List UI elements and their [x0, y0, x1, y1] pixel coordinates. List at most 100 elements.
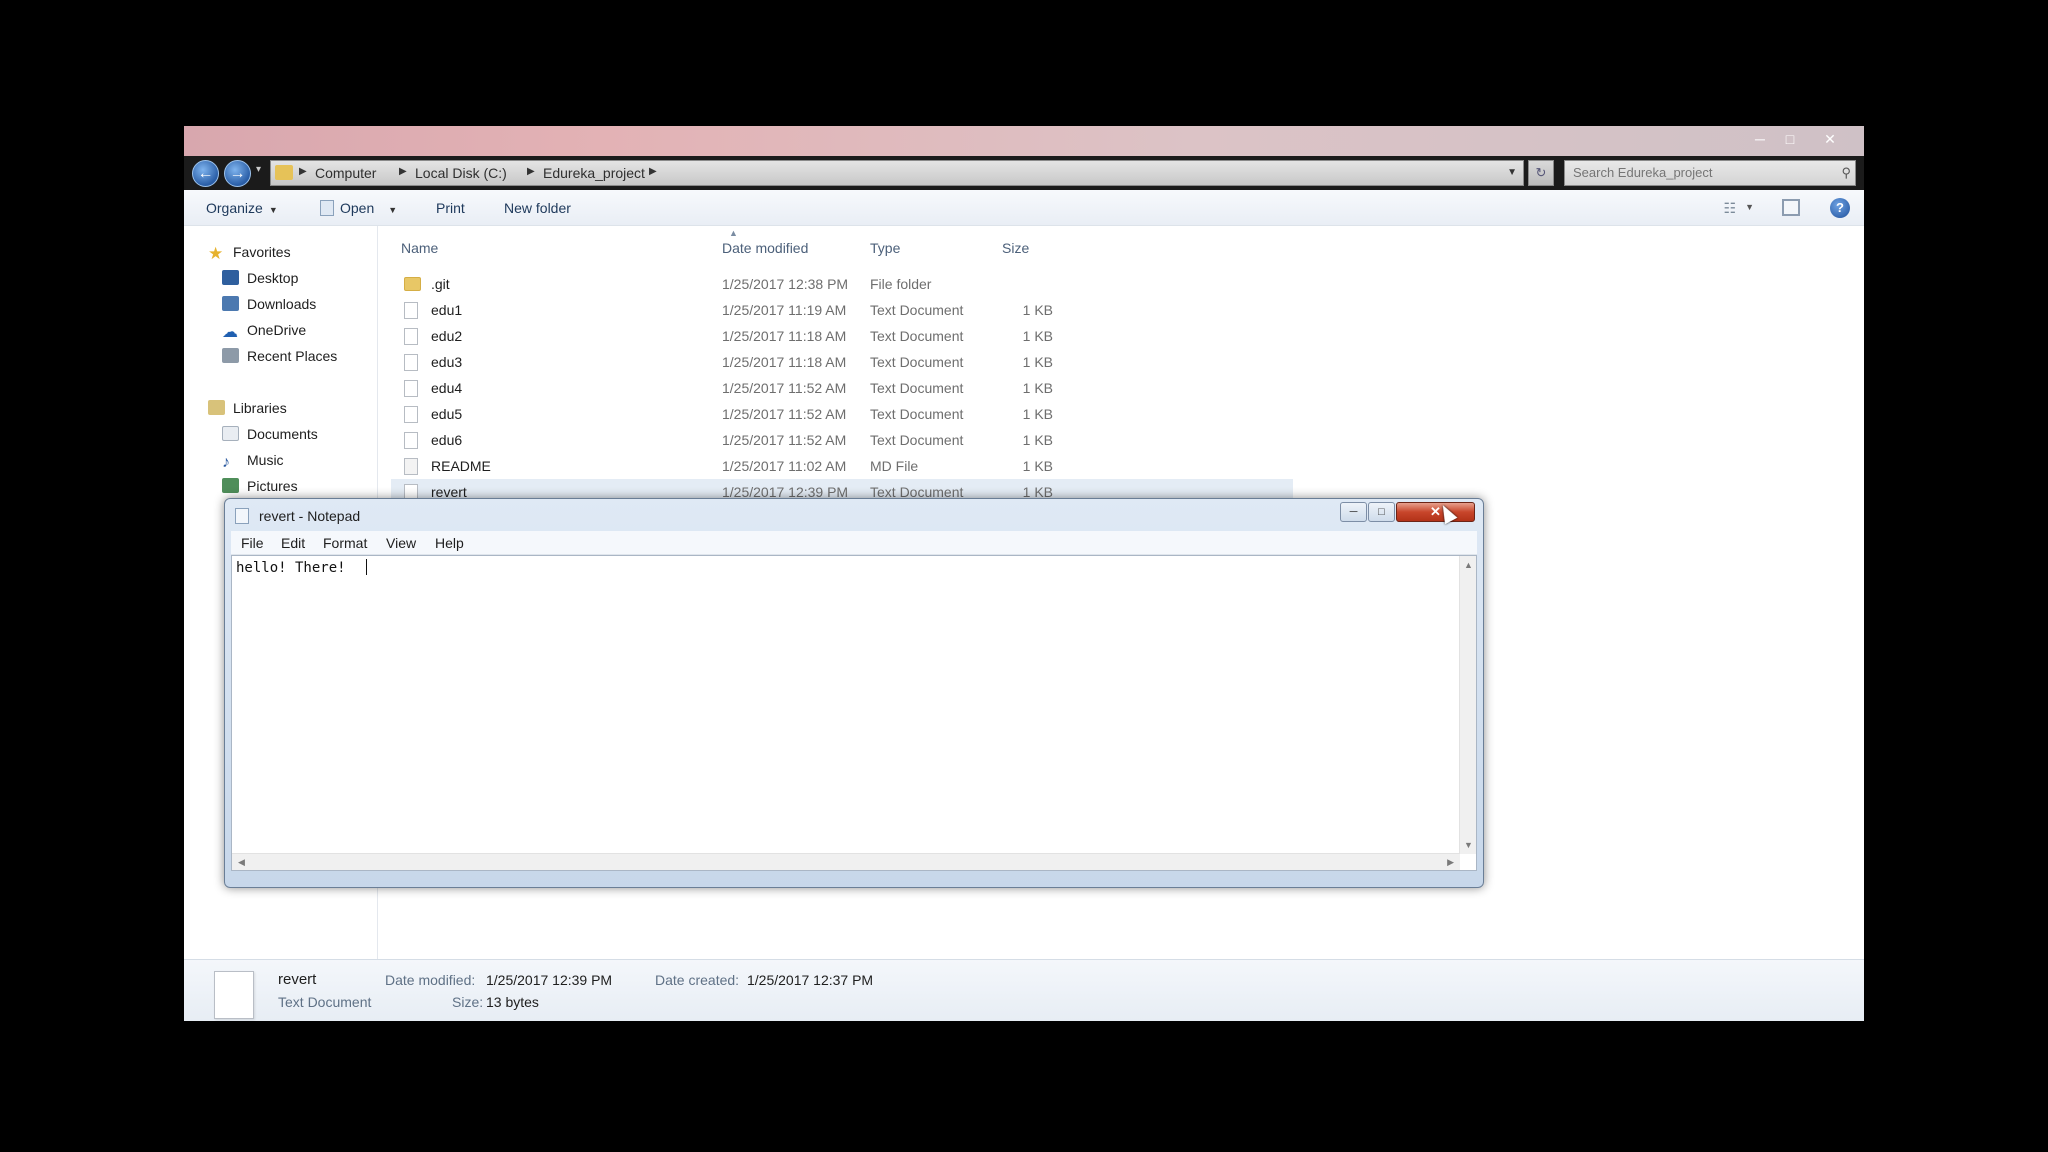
- notepad-app-icon[interactable]: [235, 508, 249, 524]
- notepad-content[interactable]: hello! There!: [236, 560, 346, 576]
- organize-label: Organize: [206, 200, 263, 216]
- change-view-icon[interactable]: ☷: [1723, 200, 1736, 217]
- details-file-type: Text Document: [278, 994, 372, 1010]
- column-header-type[interactable]: Type: [870, 240, 900, 256]
- breadcrumb-separator-icon[interactable]: ▶: [649, 166, 657, 177]
- music-icon: ♪: [222, 454, 230, 471]
- search-icon[interactable]: ⚲: [1841, 165, 1851, 181]
- column-header-date-modified[interactable]: Date modified: [722, 240, 808, 256]
- address-dropdown-icon[interactable]: ▼: [1507, 167, 1517, 178]
- organize-button[interactable]: Organize ▼: [206, 200, 278, 216]
- menu-help[interactable]: Help: [435, 535, 464, 551]
- recent-pages-dropdown[interactable]: ▾: [256, 164, 261, 175]
- search-input[interactable]: [1573, 165, 1823, 180]
- nav-recent-places[interactable]: Recent Places: [222, 348, 337, 364]
- breadcrumb-local-disk[interactable]: Local Disk (C:): [415, 165, 507, 181]
- nav-music[interactable]: ♪ Music: [222, 452, 284, 471]
- menu-file[interactable]: File: [241, 535, 264, 551]
- file-row-edu4[interactable]: edu4 1/25/2017 11:52 AM Text Document 1 …: [391, 375, 1293, 401]
- preview-pane-icon[interactable]: [1782, 199, 1800, 216]
- forward-button[interactable]: →: [224, 160, 251, 187]
- nav-favorites[interactable]: ★ Favorites: [208, 244, 291, 263]
- star-icon: ★: [208, 244, 224, 263]
- nav-documents[interactable]: Documents: [222, 426, 318, 442]
- breadcrumb-edureka-project[interactable]: Edureka_project: [543, 165, 645, 181]
- file-row-edu6[interactable]: edu6 1/25/2017 11:52 AM Text Document 1 …: [391, 427, 1293, 453]
- file-row-edu2[interactable]: edu2 1/25/2017 11:18 AM Text Document 1 …: [391, 323, 1293, 349]
- back-button[interactable]: ←: [192, 160, 219, 187]
- explorer-minimize-button[interactable]: ─: [1748, 130, 1772, 148]
- nav-desktop-label: Desktop: [247, 270, 299, 286]
- breadcrumb-computer[interactable]: Computer: [315, 165, 376, 181]
- chevron-down-icon[interactable]: ▼: [1745, 202, 1754, 212]
- details-file-name: revert: [278, 971, 317, 988]
- scroll-up-icon[interactable]: ▲: [1464, 560, 1473, 570]
- details-date-modified-label: Date modified:: [385, 972, 476, 988]
- new-folder-button[interactable]: New folder: [504, 200, 571, 216]
- horizontal-scrollbar[interactable]: ◀ ▶: [232, 853, 1460, 870]
- breadcrumb-separator-icon[interactable]: ▶: [299, 166, 307, 177]
- notepad-menubar: File Edit Format View Help: [231, 531, 1477, 555]
- notepad-titlebar[interactable]: revert - Notepad ─ □ ✕: [225, 499, 1483, 531]
- text-file-icon: [404, 328, 418, 345]
- nav-pictures-label: Pictures: [247, 478, 298, 494]
- pictures-icon: [222, 478, 239, 493]
- vertical-scrollbar[interactable]: ▲ ▼: [1459, 556, 1476, 854]
- scroll-down-icon[interactable]: ▼: [1464, 840, 1473, 850]
- search-box[interactable]: ⚲: [1564, 160, 1856, 186]
- text-file-icon: [404, 406, 418, 423]
- address-bar[interactable]: ▶ Computer ▶ Local Disk (C:) ▶ Edureka_p…: [270, 160, 1524, 186]
- refresh-button[interactable]: ↻: [1528, 160, 1554, 186]
- menu-edit[interactable]: Edit: [281, 535, 305, 551]
- column-header-size[interactable]: Size: [1002, 240, 1029, 256]
- print-button[interactable]: Print: [436, 200, 465, 216]
- explorer-close-button[interactable]: ✕: [1818, 130, 1842, 148]
- nav-desktop[interactable]: Desktop: [222, 270, 298, 286]
- breadcrumb-separator-icon[interactable]: ▶: [399, 166, 407, 177]
- explorer-maximize-button[interactable]: □: [1778, 130, 1802, 148]
- file-row-git[interactable]: .git 1/25/2017 12:38 PM File folder: [391, 271, 1293, 297]
- file-row-edu3[interactable]: edu3 1/25/2017 11:18 AM Text Document 1 …: [391, 349, 1293, 375]
- file-type: Text Document: [870, 354, 964, 370]
- menu-format[interactable]: Format: [323, 535, 367, 551]
- scroll-right-icon[interactable]: ▶: [1447, 857, 1454, 868]
- help-icon[interactable]: ?: [1830, 198, 1850, 218]
- file-name: edu5: [431, 406, 463, 422]
- nav-favorites-label: Favorites: [233, 244, 291, 260]
- details-size: 13 bytes: [486, 994, 539, 1010]
- file-size: 1 KB: [1022, 458, 1053, 474]
- file-date: 1/25/2017 12:38 PM: [722, 276, 849, 292]
- nav-onedrive[interactable]: ☁ OneDrive: [222, 322, 306, 341]
- notepad-close-button[interactable]: ✕: [1396, 502, 1475, 522]
- cloud-icon: ☁: [222, 324, 238, 341]
- notepad-maximize-button[interactable]: □: [1368, 502, 1395, 522]
- file-date: 1/25/2017 11:19 AM: [722, 302, 847, 318]
- file-type: File folder: [870, 276, 932, 292]
- desktop-icon: [222, 270, 239, 285]
- file-size: 1 KB: [1022, 432, 1053, 448]
- file-name: edu2: [431, 328, 463, 344]
- folder-icon: [404, 277, 421, 291]
- column-header-name[interactable]: Name: [401, 240, 438, 256]
- breadcrumb-separator-icon[interactable]: ▶: [527, 166, 535, 177]
- nav-downloads[interactable]: Downloads: [222, 296, 316, 312]
- scroll-left-icon[interactable]: ◀: [238, 857, 245, 868]
- notepad-text-area[interactable]: hello! There! ▲ ▼ ◀ ▶: [231, 555, 1477, 871]
- file-row-edu5[interactable]: edu5 1/25/2017 11:52 AM Text Document 1 …: [391, 401, 1293, 427]
- open-button[interactable]: Open ▼: [320, 200, 397, 216]
- menu-view[interactable]: View: [386, 535, 416, 551]
- notepad-minimize-button[interactable]: ─: [1340, 502, 1367, 522]
- nav-pictures[interactable]: Pictures: [222, 478, 298, 494]
- file-row-readme[interactable]: README 1/25/2017 11:02 AM MD File 1 KB: [391, 453, 1293, 479]
- document-icon: [320, 200, 334, 216]
- details-date-created-label: Date created:: [655, 972, 740, 988]
- nav-libraries[interactable]: Libraries: [208, 400, 287, 416]
- open-label: Open: [340, 200, 375, 216]
- file-date: 1/25/2017 11:52 AM: [722, 406, 847, 422]
- file-name: edu4: [431, 380, 463, 396]
- sort-ascending-icon: ▲: [729, 228, 738, 238]
- file-row-edu1[interactable]: edu1 1/25/2017 11:19 AM Text Document 1 …: [391, 297, 1293, 323]
- explorer-navbar: ← → ▾ ▶ Computer ▶ Local Disk (C:) ▶ Edu…: [184, 156, 1864, 190]
- command-bar: Organize ▼ Open ▼ Print New folder ☷ ▼ ?: [184, 190, 1864, 226]
- downloads-icon: [222, 296, 239, 311]
